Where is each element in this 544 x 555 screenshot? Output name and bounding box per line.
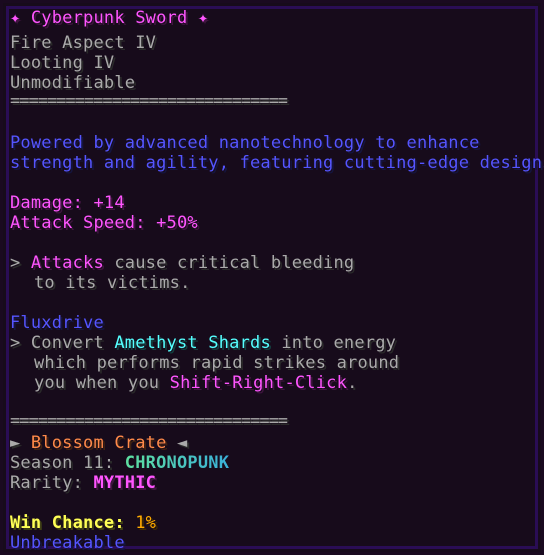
attack-speed-value: +50% xyxy=(156,213,198,233)
separator: ============================== xyxy=(10,411,288,431)
item-tooltip: ✦ Cyberpunk Sword ✦ Fire Aspect IV Looti… xyxy=(0,0,544,555)
separator: ============================== xyxy=(10,91,288,111)
item-title: ✦ Cyberpunk Sword ✦ xyxy=(10,8,208,28)
ability-keybind: Shift-Right-Click xyxy=(169,373,348,393)
unmodifiable-text: Unmodifiable xyxy=(10,73,136,93)
arrow-icon: > xyxy=(10,253,21,273)
passive-line: to its victims. xyxy=(34,273,191,293)
damage-stat: Damage: +14 xyxy=(10,193,125,213)
enchant-line: Looting IV xyxy=(10,53,115,73)
unbreakable-text: Unbreakable xyxy=(10,533,125,553)
season-label: Season 11: xyxy=(10,453,115,473)
win-chance-label: Win Chance: xyxy=(10,513,125,533)
item-name: Cyberpunk Sword xyxy=(30,8,188,28)
ability-text: into energy xyxy=(281,333,397,353)
season-value: CHRONOPUNK xyxy=(124,453,230,473)
lore-line: strength and agility, featuring cutting-… xyxy=(10,153,544,173)
rarity-line: Rarity: MYTHIC xyxy=(10,473,156,493)
ability-line: which performs rapid strikes around xyxy=(34,353,400,373)
ability-name: Fluxdrive xyxy=(10,313,104,333)
sparkle-icon: ✦ xyxy=(197,8,209,28)
ability-line: you when you Shift-Right-Click. xyxy=(34,373,358,393)
damage-label: Damage: xyxy=(10,193,84,213)
win-chance-value: 1% xyxy=(135,513,157,533)
rarity-label: Rarity: xyxy=(10,473,84,493)
ability-item: Amethyst Shards xyxy=(114,333,271,353)
ability-text: Convert xyxy=(30,333,104,353)
pointer-left-icon: ◄ xyxy=(176,433,188,453)
attack-speed-stat: Attack Speed: +50% xyxy=(10,213,198,233)
crate-name: Blossom Crate xyxy=(30,433,167,453)
ability-text: you when you xyxy=(34,373,160,393)
enchant-line: Fire Aspect IV xyxy=(10,33,157,53)
win-chance-line: Win Chance: 1% xyxy=(10,513,156,533)
damage-value: +14 xyxy=(93,193,125,213)
passive-text: cause critical bleeding xyxy=(114,253,355,273)
passive-line: > Attacks cause critical bleeding xyxy=(10,253,354,273)
arrow-icon: > xyxy=(10,333,21,353)
crate-line: ► Blossom Crate ◄ xyxy=(10,433,187,453)
pointer-right-icon: ► xyxy=(10,433,21,453)
rarity-value: MYTHIC xyxy=(93,473,157,493)
ability-line: > Convert Amethyst Shards into energy xyxy=(10,333,396,353)
passive-keyword: Attacks xyxy=(30,253,104,273)
lore-line: Powered by advanced nanotechnology to en… xyxy=(10,133,480,153)
sparkle-icon: ✦ xyxy=(10,8,21,28)
attack-speed-label: Attack Speed: xyxy=(10,213,146,233)
ability-text: . xyxy=(347,373,358,393)
season-line: Season 11: CHRONOPUNK xyxy=(10,453,229,473)
